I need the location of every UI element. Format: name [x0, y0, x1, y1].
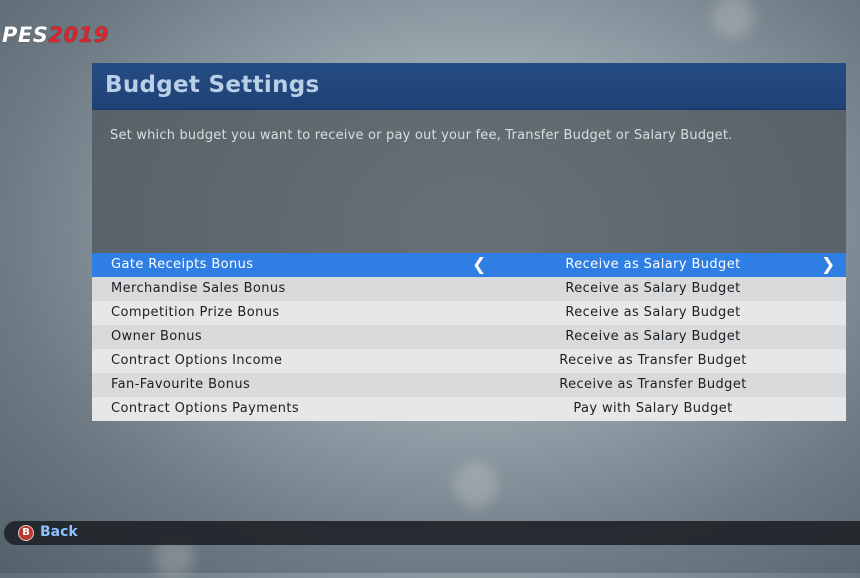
setting-label: Contract Options Income [111, 353, 283, 368]
b-button-icon[interactable]: B [18, 525, 34, 541]
setting-row-competition-prize-bonus[interactable]: Competition Prize Bonus Receive as Salar… [92, 301, 846, 325]
setting-value: Pay with Salary Budget [573, 401, 733, 416]
pes-2019-logo: PES2019 [2, 22, 109, 48]
back-button[interactable]: Back [40, 524, 78, 540]
setting-row-gate-receipts-bonus[interactable]: Gate Receipts Bonus ❮ Receive as Salary … [92, 253, 846, 277]
setting-value: Receive as Salary Budget [565, 329, 741, 344]
logo-pes: PES [2, 23, 49, 47]
setting-row-fan-favourite-bonus[interactable]: Fan-Favourite Bonus Receive as Transfer … [92, 373, 846, 397]
budget-settings-panel: Budget Settings Set which budget you wan… [92, 63, 846, 421]
setting-row-contract-options-income[interactable]: Contract Options Income Receive as Trans… [92, 349, 846, 373]
setting-row-owner-bonus[interactable]: Owner Bonus Receive as Salary Budget [92, 325, 846, 349]
page-title: Budget Settings [105, 72, 320, 98]
setting-label: Gate Receipts Bonus [111, 257, 254, 272]
setting-value: Receive as Salary Budget [565, 257, 741, 272]
setting-label: Fan-Favourite Bonus [111, 377, 251, 392]
chevron-right-icon[interactable]: ❯ [821, 253, 836, 277]
settings-list: Gate Receipts Bonus ❮ Receive as Salary … [92, 253, 846, 421]
setting-row-contract-options-payments[interactable]: Contract Options Payments Pay with Salar… [92, 397, 846, 421]
bokeh-light [454, 463, 498, 507]
panel-description: Set which budget you want to receive or … [92, 110, 846, 253]
logo-year: 2019 [48, 23, 109, 47]
footer-bar: B Back [4, 521, 860, 545]
setting-label: Contract Options Payments [111, 401, 300, 416]
setting-row-merchandise-sales-bonus[interactable]: Merchandise Sales Bonus Receive as Salar… [92, 277, 846, 301]
setting-value: Receive as Transfer Budget [559, 377, 747, 392]
setting-label: Merchandise Sales Bonus [111, 281, 286, 296]
bokeh-light [712, 0, 754, 38]
setting-value: Receive as Transfer Budget [559, 353, 747, 368]
setting-label: Competition Prize Bonus [111, 305, 280, 320]
panel-header: Budget Settings [92, 63, 846, 110]
setting-value: Receive as Salary Budget [565, 281, 741, 296]
setting-value: Receive as Salary Budget [565, 305, 741, 320]
description-text: Set which budget you want to receive or … [110, 128, 733, 143]
setting-label: Owner Bonus [111, 329, 203, 344]
